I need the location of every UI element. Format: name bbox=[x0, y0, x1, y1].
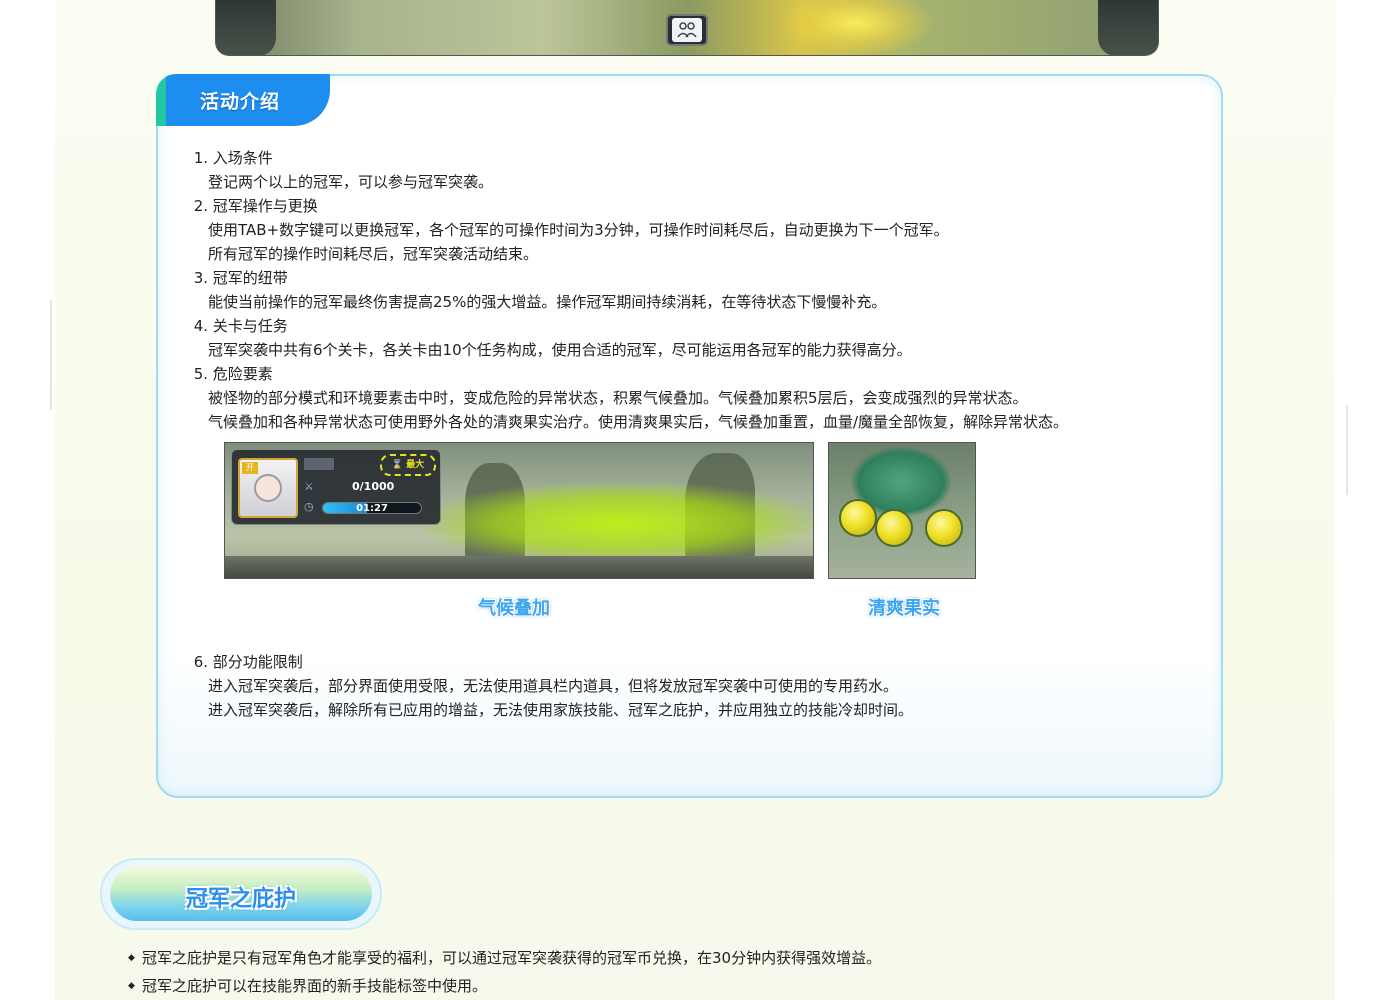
item-title: 关卡与任务 bbox=[212, 317, 288, 335]
left-edge-line bbox=[50, 300, 52, 410]
rule-item-3: 3. 冠军的纽带 能使当前操作的冠军最终伤害提高25%的强大增益。操作冠军期间持… bbox=[188, 266, 1188, 314]
hud-time: 01:27 bbox=[356, 503, 388, 514]
refreshing-fruit-caption: 清爽果实 bbox=[868, 598, 940, 619]
item-line: 气候叠加和各种异常状态可使用野外各处的清爽果实治疗。使用清爽果实后，气候叠加重置… bbox=[208, 413, 1069, 431]
hud-name-blur bbox=[304, 458, 334, 470]
item-line: 登记两个以上的冠军，可以参与冠军突袭。 bbox=[208, 173, 494, 191]
champion-hud: 开 ⌛ 最大 ⚔ 0/1000 ◷ 01:27 bbox=[231, 449, 441, 525]
hud-score: 0/1000 bbox=[352, 480, 395, 493]
protection-section-title: 冠军之庇护 bbox=[185, 887, 296, 912]
party-switch-icon bbox=[672, 18, 702, 42]
protection-header-pill: 冠军之庇护 bbox=[110, 867, 372, 921]
list-item: ◆ 冠军之庇护是只有冠军角色才能享受的福利，可以通过冠军突袭获得的冠军币兑换，在… bbox=[128, 944, 881, 972]
item-title: 危险要素 bbox=[212, 365, 273, 383]
banner-pillar-right bbox=[1098, 0, 1158, 55]
fruit-ball bbox=[875, 509, 913, 547]
activity-tab-header: 活动介绍 bbox=[156, 74, 330, 126]
bullet-text: 冠军之庇护是只有冠军角色才能享受的福利，可以通过冠军突袭获得的冠军币兑换，在30… bbox=[142, 949, 882, 967]
hud-max-timer: ⌛ 最大 bbox=[380, 454, 436, 476]
item-line: 被怪物的部分模式和环境要素击中时，变成危险的异常状态，积累气候叠加。气候叠加累积… bbox=[208, 389, 1028, 407]
fruit-ball bbox=[925, 509, 963, 547]
item-number: 3. bbox=[193, 269, 208, 287]
item-title: 入场条件 bbox=[212, 149, 273, 167]
rule-item-1: 1. 入场条件 登记两个以上的冠军，可以参与冠军突袭。 bbox=[188, 146, 1188, 194]
hazard-images-row: 开 ⌛ 最大 ⚔ 0/1000 ◷ 01:27 气候叠加 清爽果实 bbox=[224, 442, 984, 622]
item-line: 进入冠军突袭后，解除所有已应用的增益，无法使用家族技能、冠军之庇护，并应用独立的… bbox=[208, 701, 914, 719]
party-switch-button[interactable] bbox=[666, 14, 708, 46]
item-number: 6. bbox=[193, 653, 208, 671]
climate-stack-screenshot: 开 ⌛ 最大 ⚔ 0/1000 ◷ 01:27 bbox=[224, 442, 814, 579]
clock-icon: ◷ bbox=[304, 500, 314, 513]
item-number: 2. bbox=[193, 197, 208, 215]
item-number: 4. bbox=[193, 317, 208, 335]
fruit-ball bbox=[839, 499, 877, 537]
item-title: 冠军操作与更换 bbox=[212, 197, 318, 215]
activity-tab-title: 活动介绍 bbox=[200, 91, 281, 113]
activity-content-lower: 6. 部分功能限制 进入冠军突袭后，部分界面使用受限，无法使用道具栏内道具，但将… bbox=[188, 650, 1188, 722]
protection-section-header: 冠军之庇护 bbox=[100, 858, 382, 930]
diamond-bullet-icon: ◆ bbox=[128, 953, 135, 963]
item-title: 冠军的纽带 bbox=[212, 269, 288, 287]
item-line: 进入冠军突袭后，部分界面使用受限，无法使用道具栏内道具，但将发放冠军突袭中可使用… bbox=[208, 677, 899, 695]
hud-badge: 开 bbox=[242, 462, 258, 474]
diamond-bullet-icon: ◆ bbox=[128, 981, 135, 991]
avatar-face bbox=[254, 474, 282, 502]
activity-content: 1. 入场条件 登记两个以上的冠军，可以参与冠军突袭。 2. 冠军操作与更换 使… bbox=[188, 146, 1188, 434]
protection-bullet-list: ◆ 冠军之庇护是只有冠军角色才能享受的福利，可以通过冠军突袭获得的冠军币兑换，在… bbox=[128, 944, 881, 1000]
item-line: 能使当前操作的冠军最终伤害提高25%的强大增益。操作冠军期间持续消耗，在等待状态… bbox=[208, 293, 887, 311]
item-line: 冠军突袭中共有6个关卡，各关卡由10个任务构成，使用合适的冠军，尽可能运用各冠军… bbox=[208, 341, 912, 359]
item-line: 所有冠军的操作时间耗尽后，冠军突袭活动结束。 bbox=[208, 245, 539, 263]
refreshing-fruit-image bbox=[828, 442, 976, 579]
hud-time-bar: 01:27 bbox=[322, 502, 422, 514]
banner-pillar-left bbox=[216, 0, 276, 55]
right-edge-line bbox=[1346, 405, 1348, 495]
ground-strip bbox=[225, 556, 813, 578]
sword-icon: ⚔ bbox=[304, 480, 314, 493]
toxic-fog bbox=[425, 483, 813, 563]
item-title: 部分功能限制 bbox=[212, 653, 303, 671]
banner-glow bbox=[776, 0, 936, 55]
top-banner-image bbox=[215, 0, 1159, 56]
champion-avatar: 开 bbox=[238, 458, 298, 518]
bullet-text: 冠军之庇护可以在技能界面的新手技能标签中使用。 bbox=[142, 977, 488, 995]
activity-intro-panel: 活动介绍 1. 入场条件 登记两个以上的冠军，可以参与冠军突袭。 2. 冠军操作… bbox=[156, 74, 1223, 798]
item-number: 5. bbox=[193, 365, 208, 383]
climate-stack-caption: 气候叠加 bbox=[478, 598, 550, 619]
list-item: ◆ 冠军之庇护可以在技能界面的新手技能标签中使用。 bbox=[128, 972, 881, 1000]
rule-item-6: 6. 部分功能限制 进入冠军突袭后，部分界面使用受限，无法使用道具栏内道具，但将… bbox=[188, 650, 1188, 722]
rule-item-5: 5. 危险要素 被怪物的部分模式和环境要素击中时，变成危险的异常状态，积累气候叠… bbox=[188, 362, 1188, 434]
rule-item-2: 2. 冠军操作与更换 使用TAB+数字键可以更换冠军，各个冠军的可操作时间为3分… bbox=[188, 194, 1188, 266]
item-number: 1. bbox=[193, 149, 208, 167]
rule-item-4: 4. 关卡与任务 冠军突袭中共有6个关卡，各关卡由10个任务构成，使用合适的冠军… bbox=[188, 314, 1188, 362]
item-line: 使用TAB+数字键可以更换冠军，各个冠军的可操作时间为3分钟，可操作时间耗尽后，… bbox=[208, 221, 949, 239]
